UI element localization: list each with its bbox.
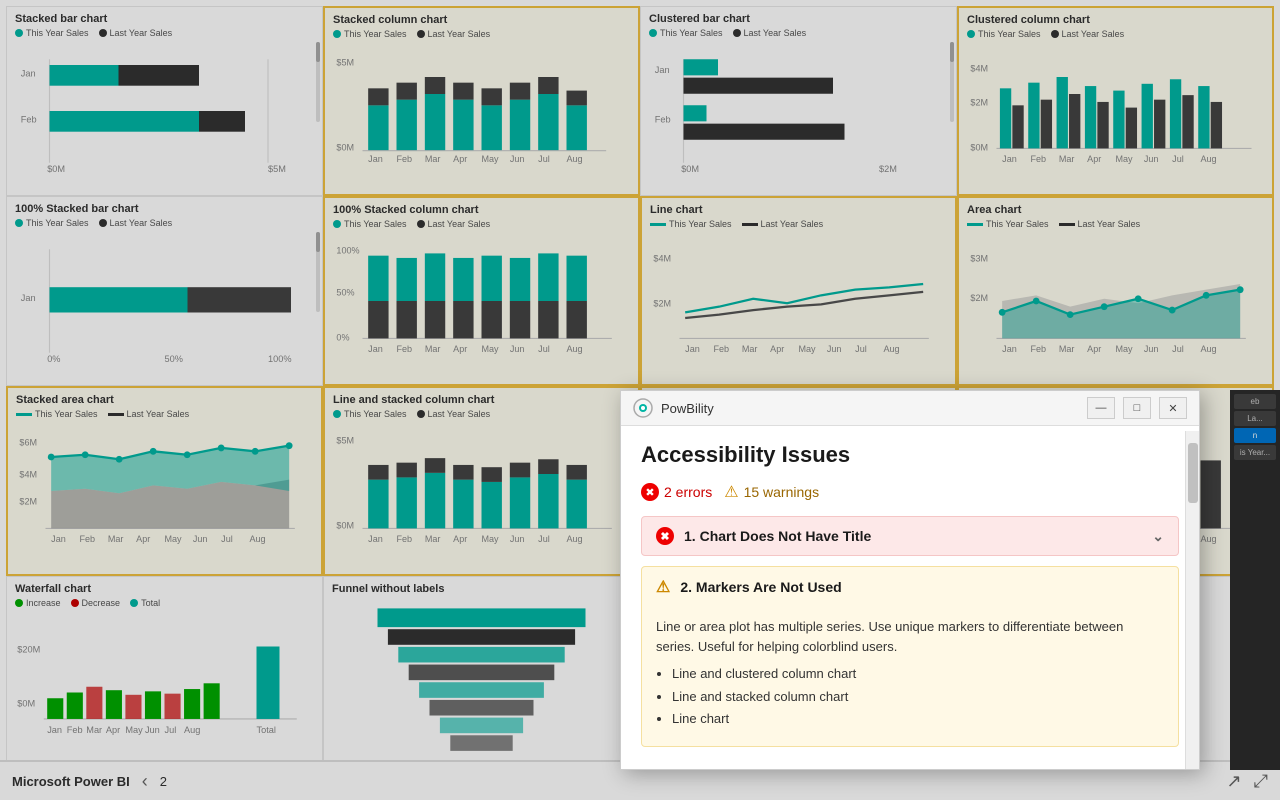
close-button[interactable]: ✕ xyxy=(1159,397,1187,419)
issue-description: Line or area plot has multiple series. U… xyxy=(656,619,1123,654)
issue-error-icon: ✖ xyxy=(656,527,674,545)
issue-row-2: ⚠ 2. Markers Are Not Used Line or area p… xyxy=(641,566,1179,747)
minimize-button[interactable]: — xyxy=(1087,397,1115,419)
warning-badge: ⚠ 15 warnings xyxy=(724,482,819,502)
modal-controls: — □ ✕ xyxy=(1087,397,1187,419)
error-count: 2 errors xyxy=(664,484,712,500)
issue-header-1[interactable]: ✖ 1. Chart Does Not Have Title ⌄ xyxy=(642,517,1178,555)
issue-header-2[interactable]: ⚠ 2. Markers Are Not Used xyxy=(642,567,1178,607)
chevron-down-icon: ⌄ xyxy=(1152,528,1164,545)
affected-item-2: Line and stacked column chart xyxy=(672,687,1164,707)
modal-main-title: Accessibility Issues xyxy=(641,442,1179,468)
modal-body: Accessibility Issues ✖ 2 errors ⚠ 15 war… xyxy=(621,426,1199,769)
powbility-icon xyxy=(633,398,653,418)
modal-scrollbar[interactable] xyxy=(1185,431,1199,769)
summary-line: ✖ 2 errors ⚠ 15 warnings xyxy=(641,482,1179,502)
affected-item-3: Line chart xyxy=(672,709,1164,729)
modal-titlebar: PowBility — □ ✕ xyxy=(621,391,1199,426)
issue-content-2: Line or area plot has multiple series. U… xyxy=(642,607,1178,746)
error-badge: ✖ 2 errors xyxy=(641,483,712,501)
issue-warning-icon: ⚠ xyxy=(656,577,670,597)
issue-title-1: 1. Chart Does Not Have Title xyxy=(684,528,1142,544)
modal-app-name: PowBility xyxy=(661,401,1079,416)
affected-item-1: Line and clustered column chart xyxy=(672,664,1164,684)
error-icon: ✖ xyxy=(641,483,659,501)
warning-count: 15 warnings xyxy=(744,484,820,500)
issue-affected-list: Line and clustered column chart Line and… xyxy=(672,664,1164,729)
accessibility-modal: PowBility — □ ✕ Accessibility Issues ✖ 2… xyxy=(620,390,1200,770)
restore-button[interactable]: □ xyxy=(1123,397,1151,419)
warning-icon: ⚠ xyxy=(724,482,738,502)
scroll-thumb[interactable] xyxy=(1188,443,1198,503)
issue-title-2: 2. Markers Are Not Used xyxy=(680,579,1164,595)
issue-row-1: ✖ 1. Chart Does Not Have Title ⌄ xyxy=(641,516,1179,556)
